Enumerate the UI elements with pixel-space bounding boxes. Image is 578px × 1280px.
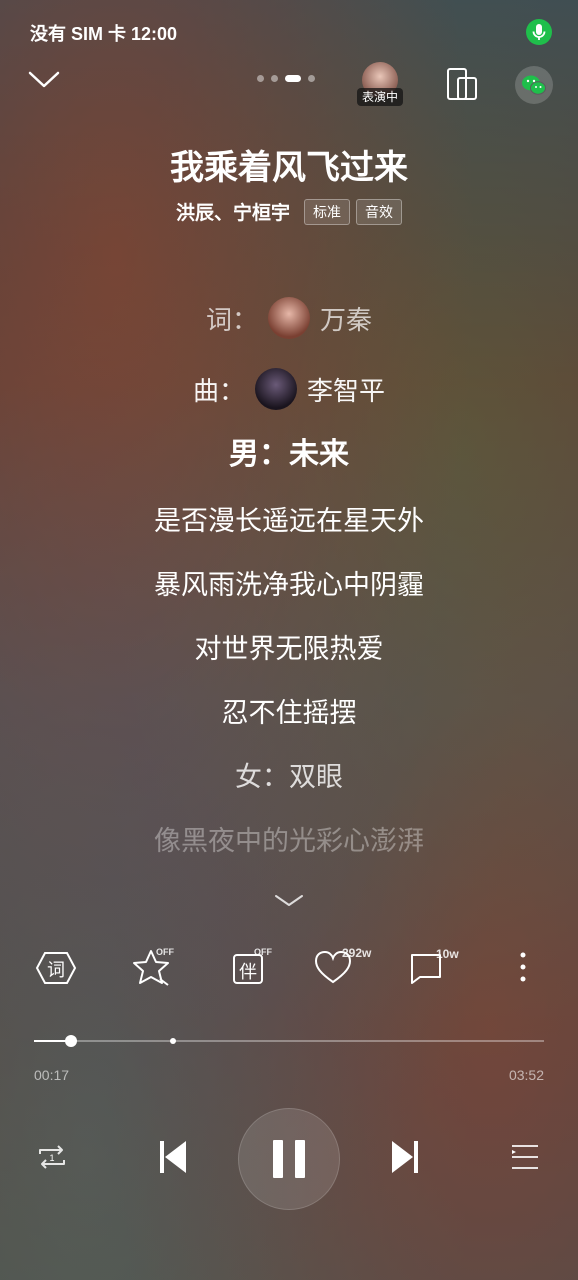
lyricist-credit: 词： 万秦 — [0, 290, 578, 346]
lyrics-panel[interactable]: 词： 万秦 曲： 李智平 男：未来 是否漫长遥远在星天外 暴风雨洗净我心中阴霾 … — [0, 290, 578, 874]
live-badge: 表演中 — [357, 88, 404, 106]
lyric-line[interactable]: 暴风雨洗净我心中阴霾 — [0, 554, 578, 618]
composer-label: 曲： — [192, 376, 245, 407]
lyric-line[interactable]: 是否漫长遥远在星天外 — [0, 490, 578, 554]
comment-button[interactable]: 10w — [408, 945, 459, 991]
page-dot[interactable] — [271, 75, 278, 82]
status-bar-text: 没有 SIM 卡 12:00 — [30, 24, 178, 44]
lyricist-label: 词： — [205, 305, 258, 336]
lyric-line[interactable]: 女：双眼 — [0, 746, 578, 810]
progress-thumb[interactable] — [65, 1035, 78, 1047]
screen-switch-icon[interactable] — [446, 67, 478, 106]
playlist-icon — [512, 1145, 538, 1169]
current-time: 00:17 — [34, 1067, 70, 1083]
song-title: 我乘着风飞过来 — [170, 149, 408, 187]
accompaniment-button[interactable]: 伴 OFF — [228, 945, 274, 991]
pause-icon — [273, 1140, 305, 1178]
page-dot-active[interactable] — [285, 75, 301, 82]
song-meta: 洪辰、宁桓宇 标准 音效 — [0, 198, 578, 225]
previous-track-button[interactable] — [156, 1138, 190, 1181]
page-dot[interactable] — [308, 75, 315, 82]
quality-tag[interactable]: 标准 — [304, 198, 350, 225]
repeat-mode-button[interactable]: 1 — [34, 1140, 70, 1179]
climax-marker — [170, 1038, 176, 1044]
lyric-line[interactable]: 忍不住摇摆 — [0, 682, 578, 746]
repeat-one-icon: 1 — [39, 1145, 65, 1169]
lyricist-name[interactable]: 万秦 — [320, 300, 372, 337]
accompaniment-off-badge: OFF — [254, 947, 272, 957]
sound-effect-tag[interactable]: 音效 — [356, 198, 402, 225]
progress-track[interactable] — [34, 1040, 544, 1042]
composer-credit: 曲： 李智平 — [0, 358, 578, 420]
star-off-badge: OFF — [156, 947, 174, 957]
page-dot[interactable] — [257, 75, 264, 82]
more-vertical-icon — [520, 952, 526, 982]
lyrics-button[interactable]: 词 — [33, 945, 79, 991]
lyric-line[interactable]: 对世界无限热爱 — [0, 618, 578, 682]
favorite-effect-button[interactable]: OFF — [130, 945, 176, 991]
skip-previous-icon — [160, 1141, 186, 1173]
play-pause-button[interactable] — [238, 1108, 340, 1210]
like-count: 292w — [342, 946, 372, 960]
wechat-share-icon[interactable] — [515, 66, 553, 104]
like-button[interactable]: 292w — [312, 945, 371, 991]
comment-count: 10w — [436, 947, 459, 961]
more-options-button[interactable] — [500, 945, 546, 991]
playlist-button[interactable] — [508, 1142, 542, 1177]
page-indicator[interactable] — [257, 75, 315, 82]
song-artists[interactable]: 洪辰、宁桓宇 — [176, 198, 290, 225]
next-track-button[interactable] — [388, 1138, 422, 1181]
collapse-chevron-down-icon[interactable] — [28, 70, 60, 95]
lyrics-icon-label: 词 — [47, 960, 65, 980]
composer-avatar[interactable] — [255, 368, 297, 410]
lyricist-avatar[interactable] — [268, 297, 310, 339]
lyric-line-current[interactable]: 男：未来 — [0, 420, 578, 490]
svg-text:1: 1 — [49, 1153, 54, 1163]
total-time: 03:52 — [508, 1067, 544, 1083]
microphone-icon — [526, 19, 552, 45]
lyric-line[interactable]: 像黑夜中的光彩心澎湃 — [0, 810, 578, 874]
accompaniment-icon-label: 伴 — [239, 962, 257, 982]
composer-name[interactable]: 李智平 — [307, 371, 385, 408]
expand-lyrics-chevron-icon[interactable] — [273, 892, 305, 913]
skip-next-icon — [392, 1141, 418, 1173]
